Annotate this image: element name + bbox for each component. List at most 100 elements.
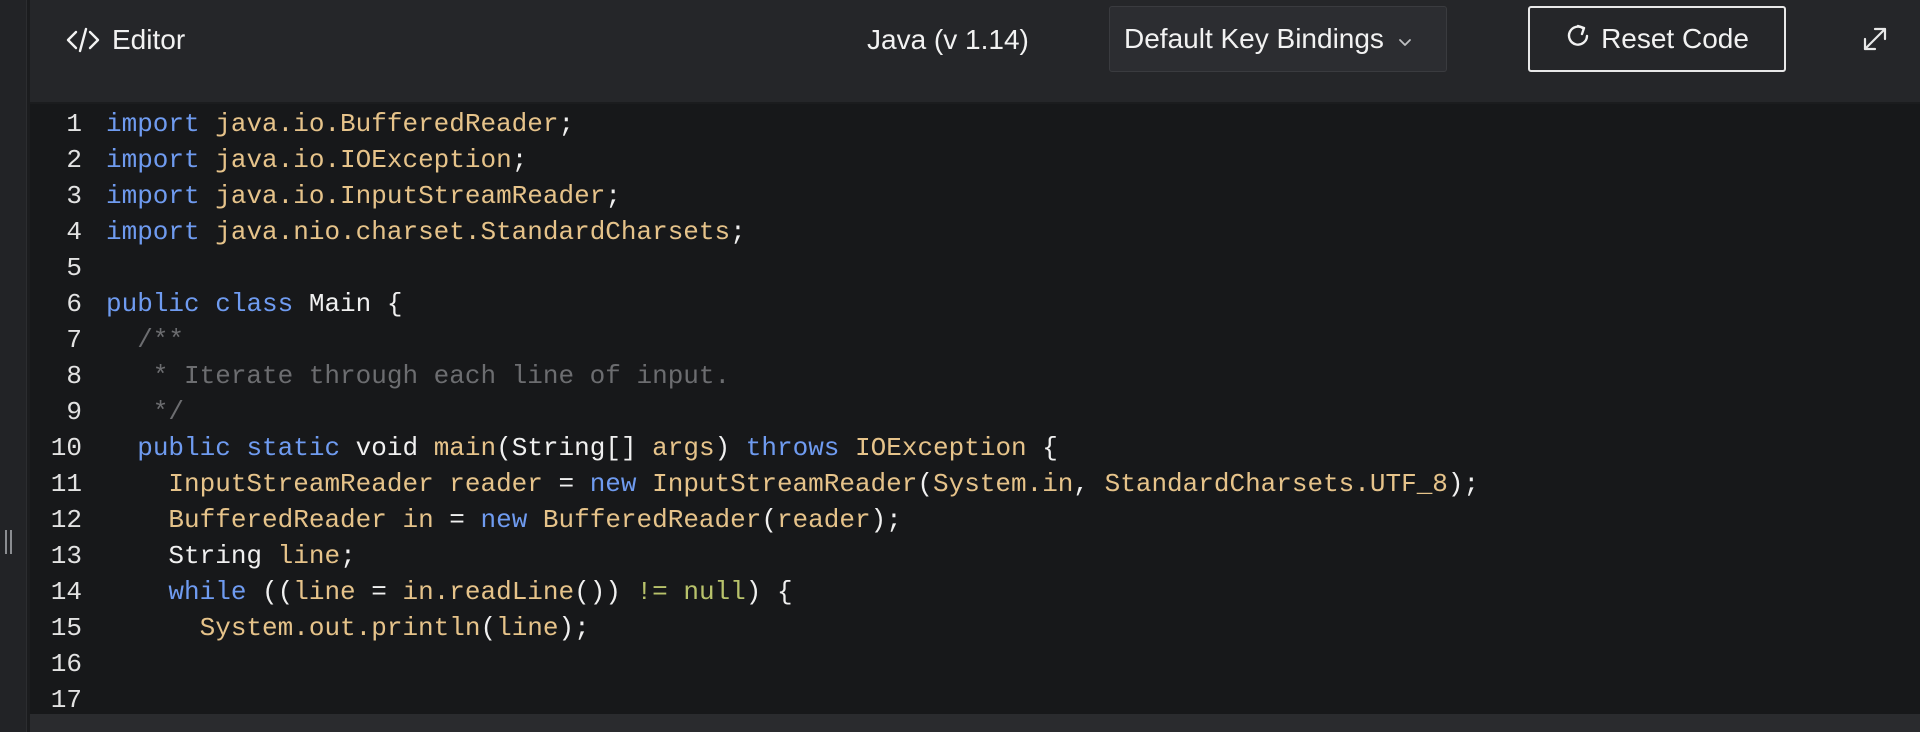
code-token: BufferedReader in [168, 505, 434, 535]
code-line[interactable]: 11 InputStreamReader reader = new InputS… [30, 466, 1920, 502]
code-token: /** [106, 325, 185, 355]
code-line[interactable]: 17 [30, 682, 1920, 714]
code-token: != null [636, 577, 746, 607]
code-token: import [106, 145, 200, 175]
code-token: static [246, 433, 341, 463]
code-token: void [340, 433, 434, 463]
line-number: 16 [50, 649, 82, 679]
horizontal-scrollbar[interactable] [30, 714, 1920, 732]
code-line[interactable]: 7 /** [30, 322, 1920, 358]
keybindings-value: Default Key Bindings [1124, 23, 1384, 54]
code-token: BufferedReader [542, 505, 762, 535]
code-text: import java.io.IOException; [106, 142, 527, 178]
code-token: args [652, 433, 715, 463]
code-token: (( [246, 577, 294, 607]
code-token: new [589, 469, 637, 499]
code-token: InputStreamReader reader [168, 469, 543, 499]
line-number: 4 [66, 217, 82, 247]
code-text: BufferedReader in = new BufferedReader(r… [106, 502, 902, 538]
keybindings-select[interactable]: Default Key Bindings [1109, 6, 1447, 72]
code-token: System.out.println [199, 613, 481, 643]
code-line[interactable]: 1 import java.io.BufferedReader; [30, 106, 1920, 142]
left-rail [0, 0, 27, 732]
code-token: Main { [293, 289, 403, 319]
code-token: java.io.BufferedReader [215, 109, 559, 139]
code-token: System.in [932, 469, 1074, 499]
line-number: 7 [66, 325, 82, 355]
editor-label: Editor [112, 24, 186, 55]
code-token: , [1073, 469, 1105, 499]
line-number: 8 [66, 361, 82, 391]
reset-code-button[interactable]: Reset Code [1528, 6, 1786, 72]
code-token: ); [870, 505, 902, 535]
code-token: ; [558, 109, 575, 139]
code-text: public class Main { [106, 286, 402, 322]
code-token: StandardCharsets.UTF_8 [1104, 469, 1448, 499]
rotate-icon [1565, 22, 1593, 57]
expand-icon[interactable] [1860, 24, 1890, 54]
code-token: IOException [855, 433, 1027, 463]
code-line[interactable]: 5 [30, 250, 1920, 286]
line-number: 2 [66, 145, 82, 175]
code-token: line [293, 577, 356, 607]
code-line[interactable]: 4 import java.nio.charset.StandardCharset… [30, 214, 1920, 250]
code-token: public [137, 433, 231, 463]
code-token: java.nio.charset.StandardCharsets [215, 217, 731, 247]
code-token: ) [714, 433, 746, 463]
code-token: ()) [574, 577, 637, 607]
code-token: ); [1447, 469, 1480, 499]
code-token: throws [745, 433, 840, 463]
code-line[interactable]: 6 public class Main { [30, 286, 1920, 322]
code-token: ; [340, 541, 356, 571]
code-text: public static void main(String[] args) t… [106, 430, 1058, 466]
line-number: 3 [66, 181, 82, 211]
code-token: import [106, 181, 200, 211]
code-line[interactable]: 15 System.out.println(line); [30, 610, 1920, 646]
code-line[interactable]: 3 import java.io.InputStreamReader; [30, 178, 1920, 214]
line-number: 14 [50, 577, 82, 607]
line-number: 15 [50, 613, 82, 643]
code-token: { [1026, 433, 1058, 463]
code-line[interactable]: 2 import java.io.IOException; [30, 142, 1920, 178]
code-token: = [355, 577, 403, 607]
code-text: while ((line = in.readLine()) != null) { [106, 574, 792, 610]
code-editor[interactable]: 1 import java.io.BufferedReader; 2 import j… [30, 104, 1920, 714]
code-token: while [168, 577, 247, 607]
chevron-down-icon [1398, 23, 1412, 55]
code-line[interactable]: 9 */ [30, 394, 1920, 430]
code-token: import [106, 217, 200, 247]
code-line[interactable]: 10 public static void main(String[] args… [30, 430, 1920, 466]
code-token: InputStreamReader [652, 469, 918, 499]
code-text: InputStreamReader reader = new InputStre… [106, 466, 1479, 502]
line-number: 9 [66, 397, 82, 427]
code-token: line [496, 613, 559, 643]
code-token: ( [761, 505, 777, 535]
code-line[interactable]: 12 BufferedReader in = new BufferedReade… [30, 502, 1920, 538]
drag-handle-icon[interactable] [5, 530, 13, 554]
code-token: main [433, 433, 497, 463]
code-text: System.out.println(line); [106, 610, 590, 646]
code-line[interactable]: 8 * Iterate through each line of input. [30, 358, 1920, 394]
code-token: */ [106, 397, 185, 427]
code-token: (String[] [496, 433, 653, 463]
line-number: 5 [66, 253, 82, 283]
code-line[interactable]: 13 String line; [30, 538, 1920, 574]
code-line[interactable]: 16 [30, 646, 1920, 682]
editor-header: Editor Java (v 1.14) Default Key Binding… [30, 0, 1920, 102]
code-text: import java.nio.charset.StandardCharsets… [106, 214, 746, 250]
code-token: = [542, 469, 590, 499]
code-line[interactable]: 14 while ((line = in.readLine()) != null… [30, 574, 1920, 610]
code-token: class [215, 289, 294, 319]
code-token: new [480, 505, 528, 535]
code-token: String [106, 541, 278, 571]
